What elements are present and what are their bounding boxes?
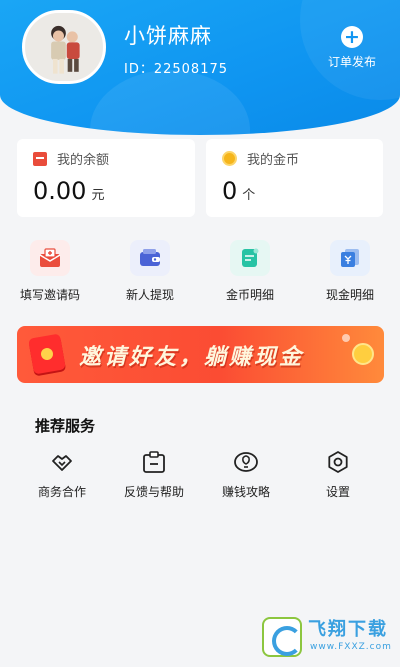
invite-code-icon [30,240,70,276]
quick-action-label: 新人提现 [125,288,174,302]
quick-action-cash-detail[interactable]: 现金明细 [300,240,400,303]
wallet-icon [130,240,170,276]
watermark-logo-icon [262,617,302,657]
feedback-icon [108,450,200,474]
quick-actions: 填写邀请码 新人提现 金币明细 现金明细 [0,240,400,303]
service-business[interactable]: 商务合作 [16,450,108,500]
service-feedback[interactable]: 反馈与帮助 [108,450,200,500]
coin-detail-icon [230,240,270,276]
invite-banner[interactable]: 邀请好友，躺赚现金 [17,326,384,383]
avatar[interactable] [22,10,106,84]
coins-label: 我的金币 [247,153,300,168]
service-label: 商务合作 [37,485,86,499]
watermark-title: 飞翔下载 [308,619,388,640]
balance-unit: 元 [91,188,105,203]
profile-header: 小饼麻麻 ID：22508175 + 订单发布 [0,0,400,135]
service-label: 设置 [325,485,350,499]
quick-action-withdraw[interactable]: 新人提现 [100,240,200,303]
handshake-icon [16,450,108,474]
service-label: 赚钱攻略 [221,485,270,499]
gold-coin-icon [352,343,374,365]
balance-card[interactable]: 我的余额 0.00 元 [17,139,195,217]
quick-action-label: 现金明细 [325,288,374,302]
red-envelope-icon [28,333,66,375]
coins-card[interactable]: 我的金币 0 个 [206,139,383,217]
services-grid: 商务合作 反馈与帮助 赚钱攻略 设置 [0,450,400,500]
coins-unit: 个 [242,188,256,203]
watermark: 飞翔下载 www.FXXZ.com [262,615,392,659]
settings-icon [292,450,384,474]
banner-text: 邀请好友，躺赚现金 [79,345,305,370]
wallet-icon [33,151,47,166]
strategy-icon [200,450,292,474]
publish-order-button[interactable]: + 订单发布 [322,26,382,70]
quick-action-label: 金币明细 [225,288,274,302]
plus-icon: + [341,26,363,48]
avatar-photo [25,13,103,81]
quick-action-invite-code[interactable]: 填写邀请码 [0,240,100,303]
username: 小饼麻麻 [124,24,212,48]
coin-icon [222,151,237,166]
section-title: 推荐服务 [35,417,96,435]
service-strategy[interactable]: 赚钱攻略 [200,450,292,500]
cash-detail-icon [330,240,370,276]
coins-amount: 0 [222,177,238,205]
header-decoration [90,70,250,135]
watermark-url: www.FXXZ.com [310,642,392,652]
quick-action-label: 填写邀请码 [19,288,80,302]
publish-order-label: 订单发布 [327,55,376,69]
balance-label: 我的余额 [57,153,110,168]
quick-action-coin-detail[interactable]: 金币明细 [200,240,300,303]
user-id: ID：22508175 [124,62,229,77]
service-settings[interactable]: 设置 [292,450,384,500]
service-label: 反馈与帮助 [123,485,184,499]
balance-amount: 0.00 [33,177,87,205]
sparkle-icon [342,334,350,342]
